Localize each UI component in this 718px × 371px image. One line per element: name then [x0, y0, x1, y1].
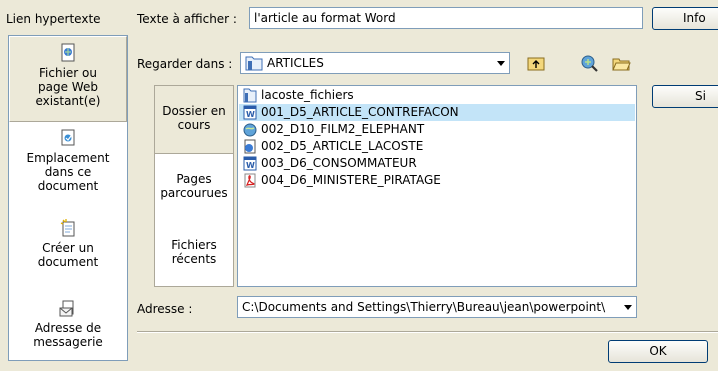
look-in-label: Regarder dans :	[137, 57, 233, 71]
tab-current-folder[interactable]: Dossier en cours	[155, 86, 233, 154]
chevron-down-icon[interactable]	[497, 61, 505, 66]
address-value: C:\Documents and Settings\Thierry\Bureau…	[242, 300, 606, 314]
svg-text:W: W	[246, 110, 255, 119]
link-existing-file-label: Fichier ou page Web existant(e)	[35, 66, 101, 108]
list-item[interactable]: lacoste_fichiers	[239, 87, 635, 104]
text-to-display-label: Texte à afficher :	[137, 12, 237, 26]
tab-browsed-pages-label: Pages parcourues	[160, 172, 228, 200]
list-item[interactable]: 002_D10_FILM2_ELEPHANT	[239, 121, 635, 138]
tab-recent-files-label: Fichiers récents	[171, 238, 217, 266]
ok-button[interactable]: OK	[608, 340, 708, 363]
bookmark-button[interactable]: Si	[652, 85, 718, 108]
pdf-icon	[244, 173, 256, 188]
link-email-button[interactable]: Adresse de messagerie	[9, 286, 127, 360]
web-page-icon	[61, 43, 75, 62]
link-to-label: Lien hypertexte	[6, 12, 101, 26]
link-email-label: Adresse de messagerie	[33, 321, 103, 349]
address-label: Adresse :	[137, 302, 193, 316]
chevron-down-icon[interactable]	[624, 305, 632, 310]
file-name: 002_D5_ARTICLE_LACOSTE	[261, 139, 424, 153]
link-new-document-button[interactable]: Créer un document	[9, 208, 127, 280]
look-in-value: ARTICLES	[267, 56, 324, 70]
file-name: 002_D10_FILM2_ELEPHANT	[261, 122, 425, 136]
web-file-icon	[243, 123, 257, 137]
list-item[interactable]: W 001_D5_ARTICLE_CONTREFACON	[239, 104, 635, 121]
list-item[interactable]: 004_D6_MINISTERE_PIRATAGE	[239, 172, 635, 189]
svg-text:W: W	[246, 161, 255, 170]
link-existing-file-button[interactable]: Fichier ou page Web existant(e)	[9, 36, 127, 122]
list-item[interactable]: 002_D5_ARTICLE_LACOSTE	[239, 138, 635, 155]
info-button[interactable]: Info	[652, 7, 718, 30]
text-to-display-input[interactable]: l'article au format Word	[249, 7, 643, 29]
link-to-bar: Fichier ou page Web existant(e) Emplacem…	[8, 35, 128, 361]
word-doc-icon: W	[243, 156, 257, 171]
folder-icon	[245, 56, 263, 71]
file-list[interactable]: lacoste_fichiers W 001_D5_ARTICLE_CONTRE…	[237, 85, 637, 287]
link-new-document-label: Créer un document	[37, 241, 99, 269]
folder-icon	[243, 88, 257, 103]
link-place-in-document-label: Emplacement dans ce document	[26, 151, 110, 193]
file-name: 004_D6_MINISTERE_PIRATAGE	[261, 173, 441, 187]
address-input[interactable]: C:\Documents and Settings\Thierry\Bureau…	[237, 296, 637, 318]
browse-file-icon[interactable]	[612, 53, 632, 73]
list-item[interactable]: W 003_D6_CONSOMMATEUR	[239, 155, 635, 172]
file-name: 003_D6_CONSOMMATEUR	[261, 156, 417, 170]
location-tabs: Dossier en cours Pages parcourues Fichie…	[154, 85, 234, 287]
file-name: lacoste_fichiers	[261, 88, 354, 102]
tab-recent-files[interactable]: Fichiers récents	[155, 222, 233, 286]
tab-current-folder-label: Dossier en cours	[162, 104, 226, 132]
file-name: 001_D5_ARTICLE_CONTREFACON	[261, 105, 459, 119]
word-doc-icon: W	[243, 105, 257, 120]
look-in-select[interactable]: ARTICLES	[240, 52, 510, 74]
search-web-icon[interactable]	[579, 53, 599, 73]
up-folder-icon[interactable]	[526, 53, 546, 73]
email-icon	[59, 300, 74, 317]
document-place-icon	[61, 129, 75, 146]
html-file-icon	[244, 139, 256, 154]
tab-browsed-pages[interactable]: Pages parcourues	[155, 154, 233, 222]
new-document-icon	[60, 219, 75, 237]
link-place-in-document-button[interactable]: Emplacement dans ce document	[9, 122, 127, 208]
separator	[137, 331, 718, 333]
